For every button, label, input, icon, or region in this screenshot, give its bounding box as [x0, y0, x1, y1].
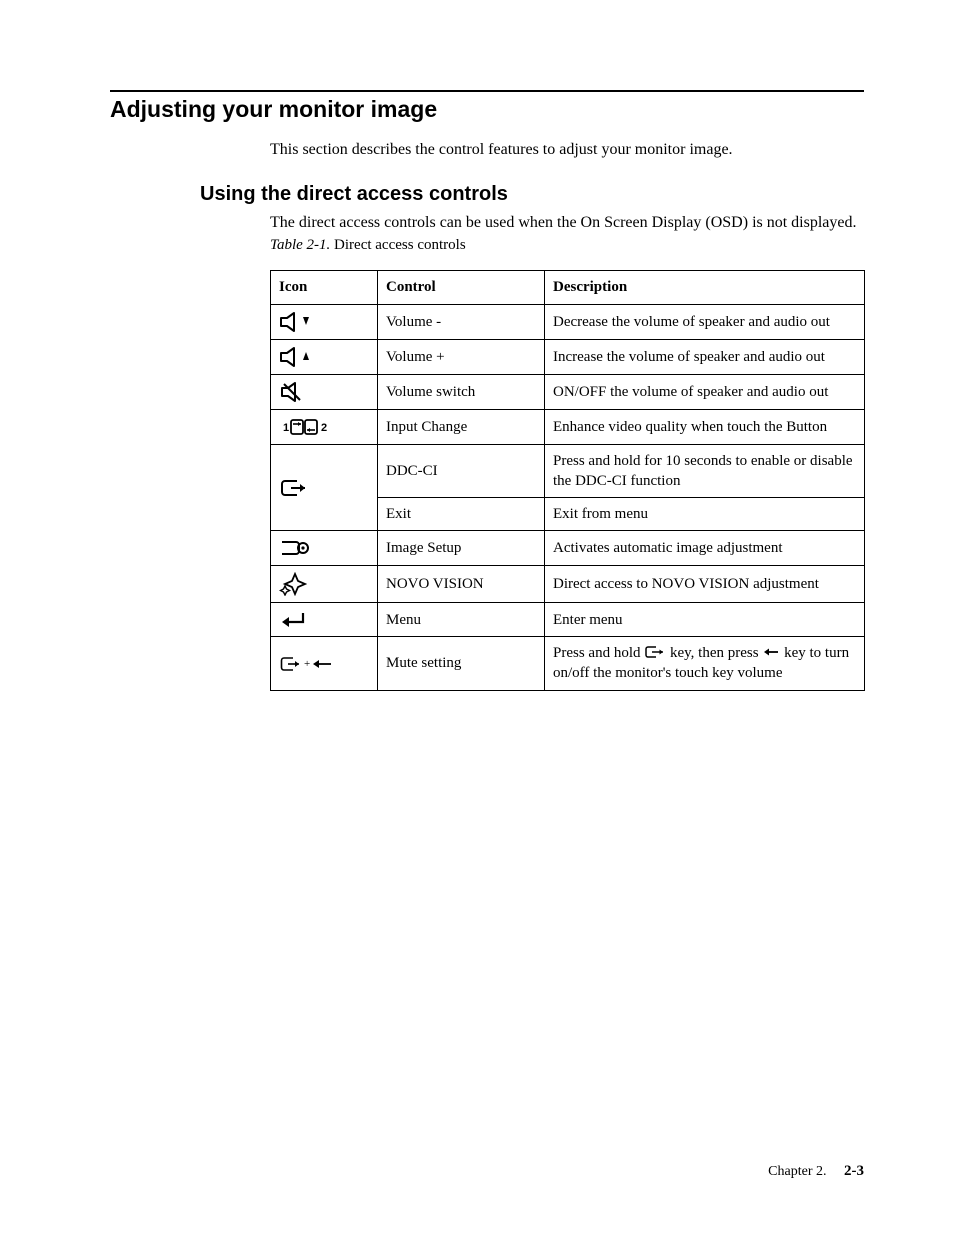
control-label: Volume +: [378, 339, 545, 374]
control-label: Volume switch: [378, 374, 545, 409]
enter-menu-icon: [271, 603, 378, 637]
control-label: Menu: [378, 603, 545, 637]
image-setup-icon: [271, 531, 378, 566]
control-description: ON/OFF the volume of speaker and audio o…: [545, 374, 865, 409]
direct-access-controls-table: Icon Control Description Volume - Decrea: [270, 270, 865, 690]
control-description: Increase the volume of speaker and audio…: [545, 339, 865, 374]
volume-up-icon: [271, 339, 378, 374]
volume-down-icon: [271, 304, 378, 339]
header-icon: Icon: [271, 271, 378, 304]
svg-text:+: +: [304, 658, 310, 670]
novo-vision-icon: [271, 566, 378, 603]
control-label: Image Setup: [378, 531, 545, 566]
page-footer: Chapter 2. 2-3: [768, 1163, 864, 1180]
table-row: Volume switch ON/OFF the volume of speak…: [271, 374, 865, 409]
control-label: Volume -: [378, 304, 545, 339]
table-row: Volume + Increase the volume of speaker …: [271, 339, 865, 374]
desc-text: key, then press: [666, 645, 762, 661]
table-row: + Mute setting Press and hold key, then …: [271, 637, 865, 691]
svg-text:2: 2: [321, 422, 327, 434]
control-description: Activates automatic image adjustment: [545, 531, 865, 566]
footer-page-number: 2-3: [844, 1163, 864, 1179]
desc-text: Press and hold: [553, 645, 644, 661]
table-row: Image Setup Activates automatic image ad…: [271, 531, 865, 566]
footer-chapter: Chapter 2.: [768, 1164, 826, 1179]
volume-mute-icon: [271, 374, 378, 409]
section-intro: This section describes the control featu…: [270, 139, 864, 161]
table-row: NOVO VISION Direct access to NOVO VISION…: [271, 566, 865, 603]
control-description: Exit from menu: [545, 498, 865, 531]
svg-text:1: 1: [283, 422, 289, 434]
subsection-intro: The direct access controls can be used w…: [270, 212, 864, 234]
header-description: Description: [545, 271, 865, 304]
table-caption-label: Table 2-1.: [270, 237, 330, 253]
table-row: Volume - Decrease the volume of speaker …: [271, 304, 865, 339]
control-description: Press and hold for 10 seconds to enable …: [545, 444, 865, 498]
mute-setting-combo-icon: +: [271, 637, 378, 691]
control-label: NOVO VISION: [378, 566, 545, 603]
control-description: Press and hold key, then press key to tu…: [545, 637, 865, 691]
control-label: Mute setting: [378, 637, 545, 691]
control-description: Decrease the volume of speaker and audio…: [545, 304, 865, 339]
exit-arrow-icon: [271, 444, 378, 531]
table-caption-text: Direct access controls: [334, 237, 466, 253]
control-description: Direct access to NOVO VISION adjustment: [545, 566, 865, 603]
section-title: Adjusting your monitor image: [110, 96, 864, 123]
subsection-title: Using the direct access controls: [200, 183, 864, 206]
header-control: Control: [378, 271, 545, 304]
control-label: Input Change: [378, 409, 545, 444]
exit-arrow-inline-icon: [644, 645, 666, 659]
control-label: Exit: [378, 498, 545, 531]
table-row: 1 2 Input Change Enhance video quality w…: [271, 409, 865, 444]
section-rule: [110, 90, 864, 92]
table-caption: Table 2-1. Direct access controls: [270, 235, 864, 255]
control-label: DDC-CI: [378, 444, 545, 498]
table-row: DDC-CI Press and hold for 10 seconds to …: [271, 444, 865, 498]
table-row: Menu Enter menu: [271, 603, 865, 637]
left-arrow-inline-icon: [762, 646, 780, 658]
control-description: Enhance video quality when touch the But…: [545, 409, 865, 444]
document-page: Adjusting your monitor image This sectio…: [0, 0, 954, 1235]
control-description: Enter menu: [545, 603, 865, 637]
input-change-icon: 1 2: [271, 409, 378, 444]
table-header-row: Icon Control Description: [271, 271, 865, 304]
